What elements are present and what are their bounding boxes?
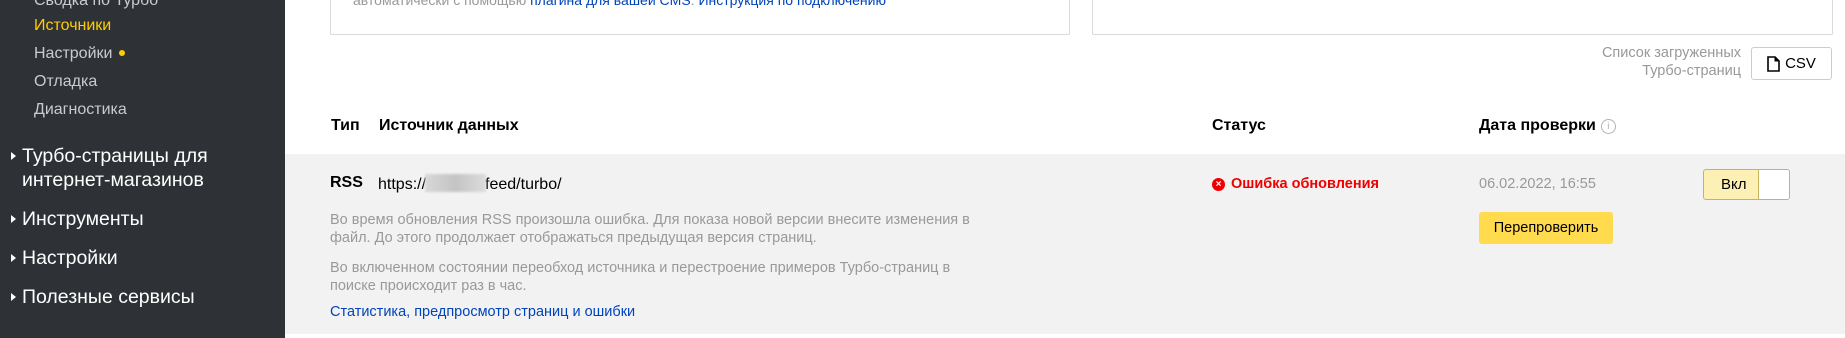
status-label: Ошибка обновления [1231,176,1379,192]
sidebar-item-label: Отладка [34,73,98,90]
column-header-type: Тип [331,117,360,134]
status-badge: × Ошибка обновления [1212,176,1379,192]
instruction-link[interactable]: Инструкция по подключению [698,0,886,8]
sidebar-section-label: Полезные сервисы [22,286,195,308]
sidebar-section-settings[interactable]: Настройки [11,246,118,270]
column-header-source: Источник данных [379,117,519,134]
sidebar-item-debug[interactable]: Отладка [34,73,97,91]
check-date: 06.02.2022, 16:55 [1479,176,1596,192]
column-header-date-label: Дата проверки [1479,117,1596,134]
source-type: RSS [330,174,363,191]
sidebar-section-label: Турбо-страницы для интернет-магазинов [22,145,208,191]
sidebar-item-sources[interactable]: Источники [34,17,111,35]
caret-right-icon [11,254,16,262]
sidebar-section-label: Настройки [22,247,118,269]
sidebar-item-turbo-summary[interactable]: Сводка по Турбо [34,0,158,10]
cms-plugin-link[interactable]: плагина для вашей CMS [530,0,691,8]
column-header-status: Статус [1212,117,1266,134]
caret-right-icon [11,293,16,301]
toggle-knob[interactable] [1758,170,1789,199]
sidebar-section-turbo-shops[interactable]: Турбо-страницы для интернет-магазинов [11,144,208,192]
sidebar-item-diagnostics[interactable]: Диагностика [34,101,127,119]
csv-caption: Список загруженных Турбо-страниц [1601,45,1741,79]
sidebar-item-settings[interactable]: Настройки [34,45,126,63]
recheck-button[interactable]: Перепроверить [1479,212,1613,244]
toggle-label: Вкл [1721,176,1747,193]
error-description: Во время обновления RSS произошла ошибка… [330,212,970,246]
sidebar-section-tools[interactable]: Инструменты [11,207,144,231]
sidebar-section-useful-services[interactable]: Полезные сервисы [11,285,195,309]
csv-button-label: CSV [1785,55,1816,72]
sidebar-item-label: Сводка по Турбо [34,0,159,9]
source-enabled-toggle[interactable]: Вкл [1703,169,1790,200]
source-url: https://feed/turbo/ [378,174,562,193]
connection-info-text: автоматически с помощью плагина для ваше… [353,0,886,8]
sidebar: Сводка по Турбо Источники Настройки Отла… [0,0,285,338]
redacted-domain [425,174,487,192]
csv-download-button[interactable]: CSV [1751,47,1832,80]
sidebar-item-label: Диагностика [34,101,127,118]
refresh-description: Во включенном состоянии переобход источн… [330,260,951,294]
caret-right-icon [11,152,16,160]
document-icon [1767,55,1780,72]
sidebar-section-label: Инструменты [22,208,144,230]
error-icon: × [1212,177,1225,191]
notification-dot [119,49,126,56]
stats-preview-errors-link[interactable]: Статистика, предпросмотр страниц и ошибк… [330,304,635,320]
table-row: RSS https://feed/turbo/ Во время обновле… [285,154,1845,334]
sidebar-item-label: Источники [34,17,112,34]
caret-right-icon [11,215,16,223]
secondary-info-box [1092,0,1833,35]
column-header-date: Дата проверки i [1479,117,1616,135]
info-icon[interactable]: i [1600,119,1616,134]
sidebar-item-label: Настройки [34,45,113,62]
